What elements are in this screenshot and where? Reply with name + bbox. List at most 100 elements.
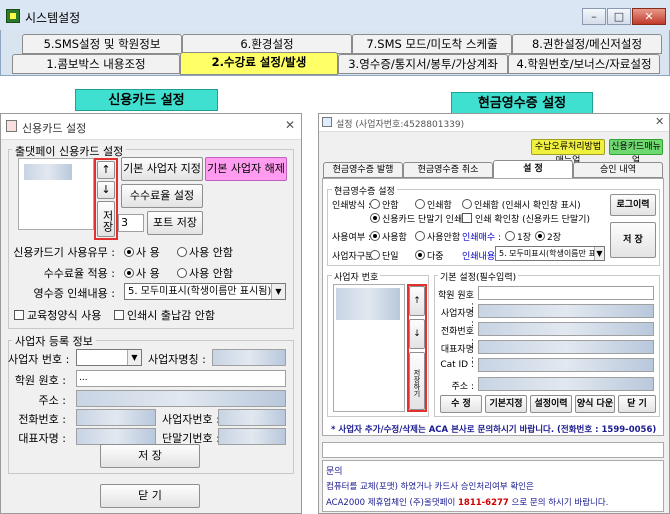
print-confirm-radio[interactable]: 인쇄함 (인쇄시 확인창 표시) bbox=[462, 198, 581, 211]
f-academy-field[interactable] bbox=[478, 286, 654, 300]
print-yes-radio[interactable]: 인쇄함 bbox=[415, 198, 452, 211]
biz-single-radio[interactable]: 단일 bbox=[370, 249, 399, 262]
f-addr-field[interactable] bbox=[478, 377, 654, 391]
radio-dot[interactable] bbox=[370, 250, 380, 260]
edit-button[interactable]: 수 정 bbox=[440, 395, 482, 413]
biz-number-item[interactable] bbox=[336, 288, 400, 320]
tab-cash-approvals[interactable]: 승인 내역 bbox=[573, 162, 663, 178]
card-reader-off-radio[interactable]: 사용 안함 bbox=[177, 244, 233, 260]
maximize-button[interactable]: □ bbox=[607, 8, 631, 25]
credit-close-button[interactable]: 닫 기 bbox=[100, 484, 200, 508]
radio-dot[interactable] bbox=[370, 213, 380, 223]
fee-settings-button[interactable]: 수수료율 설정 bbox=[121, 184, 203, 208]
phone-field[interactable] bbox=[76, 409, 156, 426]
title-bar bbox=[0, 0, 670, 30]
print-confirm-terminal-checkbox[interactable]: 인쇄 확인창 (신용카드 단말기) bbox=[462, 212, 590, 225]
biz-multi-text: 다중 bbox=[427, 252, 444, 262]
tab-combobox[interactable]: 1.콤보박스 내용조정 bbox=[12, 54, 180, 74]
card-reader-on-radio[interactable]: 사 용 bbox=[124, 244, 160, 260]
unset-default-business-button[interactable]: 기본 사업자 해제 bbox=[205, 157, 287, 181]
radio-dot[interactable] bbox=[535, 231, 545, 241]
copy1-radio[interactable]: 1장 bbox=[505, 230, 531, 243]
edu-form-checkbox[interactable]: 교육청양식 사용 bbox=[14, 307, 101, 323]
cash-dialog-close-icon[interactable]: ✕ bbox=[655, 115, 664, 128]
form-download-button[interactable]: 양식 다운 bbox=[575, 395, 615, 413]
business-list-item[interactable] bbox=[24, 164, 72, 180]
f-phone-field[interactable] bbox=[478, 322, 654, 336]
cash-save-order-button[interactable]: 저장하기 bbox=[409, 352, 425, 410]
content-select[interactable]: 5. 모두미표시(학생이름만 표시됨) ▼ bbox=[495, 246, 605, 261]
receipt-content-select[interactable]: 5. 모두미표시(학생이름만 표시됨) ▼ bbox=[124, 283, 286, 300]
port-input[interactable]: 3 bbox=[118, 214, 144, 232]
radio-dot[interactable] bbox=[177, 247, 187, 257]
address-field[interactable] bbox=[76, 390, 286, 407]
chevron-down-icon[interactable]: ▼ bbox=[127, 350, 141, 365]
f-rep-field[interactable] bbox=[478, 340, 654, 354]
tab-environment[interactable]: 6.환경설정 bbox=[182, 34, 352, 54]
use-off-radio[interactable]: 사용안함 bbox=[415, 230, 460, 243]
window-title: 시스템설정 bbox=[25, 11, 81, 25]
tab-sms-mode[interactable]: 7.SMS 모드/미도착 스케줄 bbox=[352, 34, 512, 54]
no-print-checkbox[interactable]: 인쇄시 출납감 안함 bbox=[114, 307, 215, 323]
credit-dialog-close-icon[interactable]: ✕ bbox=[285, 118, 295, 132]
minimize-button[interactable]: – bbox=[582, 8, 606, 25]
tab-cash-issue[interactable]: 현금영수증 발행 bbox=[323, 162, 403, 178]
f-catid-field[interactable] bbox=[478, 358, 654, 372]
chevron-down-icon[interactable]: ▼ bbox=[271, 284, 285, 299]
biz-multi-radio[interactable]: 다중 bbox=[415, 249, 444, 262]
copy2-radio[interactable]: 2장 bbox=[535, 230, 561, 243]
fee-on-radio[interactable]: 사 용 bbox=[124, 265, 160, 281]
radio-dot[interactable] bbox=[370, 199, 380, 209]
set-default-business-button[interactable]: 기본 사업자 지정 bbox=[121, 157, 203, 181]
radio-dot[interactable] bbox=[415, 231, 425, 241]
cash-settings-save-button[interactable]: 저 장 bbox=[610, 222, 656, 258]
academy-no-field[interactable]: ... bbox=[76, 370, 286, 387]
credit-save-button[interactable]: 저 장 bbox=[100, 444, 200, 468]
tab-receipt[interactable]: 3.영수증/통지서/봉투/가상계좌 bbox=[338, 54, 508, 74]
biz-no-select[interactable]: ▼ bbox=[76, 349, 142, 366]
save-port-button[interactable]: 포트 저장 bbox=[147, 211, 203, 235]
tab-cash-settings[interactable]: 설 정 bbox=[493, 160, 573, 179]
terminal-field[interactable] bbox=[218, 428, 286, 445]
cash-close-button[interactable]: 닫 기 bbox=[618, 395, 656, 413]
use-on-radio[interactable]: 사용함 bbox=[370, 230, 407, 243]
fee-off-radio[interactable]: 사용 안함 bbox=[177, 265, 233, 281]
tab-sms-academy[interactable]: 5.SMS설정 및 학원정보 bbox=[22, 34, 182, 54]
tab-cash-cancel[interactable]: 현금영수증 취소 bbox=[403, 162, 493, 178]
f-bizname-field[interactable] bbox=[478, 304, 654, 318]
cash-dialog-title: 설정 (사업자번호:4528801339) bbox=[336, 120, 465, 130]
tab-permissions[interactable]: 8.권한설정/메신저설정 bbox=[512, 34, 662, 54]
set-basic-button[interactable]: 기본지정 bbox=[485, 395, 527, 413]
payment-error-manual-button[interactable]: 수납오류처리방법매뉴얼 bbox=[531, 139, 605, 166]
rep-field[interactable] bbox=[76, 428, 156, 445]
print-none-radio[interactable]: 안함 bbox=[370, 198, 399, 211]
log-history-button[interactable]: 로그이력 bbox=[610, 194, 656, 216]
radio-dot[interactable] bbox=[370, 231, 380, 241]
tab-tuition[interactable]: 2.수강료 설정/발생 bbox=[180, 52, 338, 75]
save-order-button[interactable]: 저장 bbox=[97, 201, 115, 237]
cash-move-down-button[interactable]: ↓ bbox=[409, 319, 425, 349]
biz-no2-field[interactable] bbox=[218, 409, 286, 426]
checkbox-box[interactable] bbox=[14, 310, 24, 320]
card-manual-button[interactable]: 신용카드매뉴얼 bbox=[609, 139, 663, 166]
radio-dot[interactable] bbox=[124, 268, 134, 278]
move-up-button[interactable]: ↑ bbox=[97, 161, 115, 179]
checkbox-box[interactable] bbox=[462, 213, 472, 223]
radio-dot[interactable] bbox=[415, 250, 425, 260]
radio-dot[interactable] bbox=[124, 247, 134, 257]
move-down-button[interactable]: ↓ bbox=[97, 181, 115, 199]
status-field bbox=[322, 442, 664, 458]
checkbox-box[interactable] bbox=[114, 310, 124, 320]
radio-dot[interactable] bbox=[505, 231, 515, 241]
radio-dot[interactable] bbox=[177, 268, 187, 278]
cash-move-up-button[interactable]: ↑ bbox=[409, 286, 425, 316]
tab-academy-number[interactable]: 4.학원번호/보너스/자료설정 bbox=[508, 54, 660, 74]
window-close-button[interactable]: ✕ bbox=[632, 8, 666, 25]
radio-dot[interactable] bbox=[462, 199, 472, 209]
dialog-icon bbox=[6, 120, 17, 132]
biz-name-field[interactable] bbox=[212, 349, 286, 366]
card-terminal-print-radio[interactable]: 신용카드 단말기 인쇄 bbox=[370, 212, 462, 225]
radio-dot[interactable] bbox=[415, 199, 425, 209]
chevron-down-icon[interactable]: ▼ bbox=[594, 247, 604, 260]
settings-history-button[interactable]: 설정이력 bbox=[530, 395, 572, 413]
